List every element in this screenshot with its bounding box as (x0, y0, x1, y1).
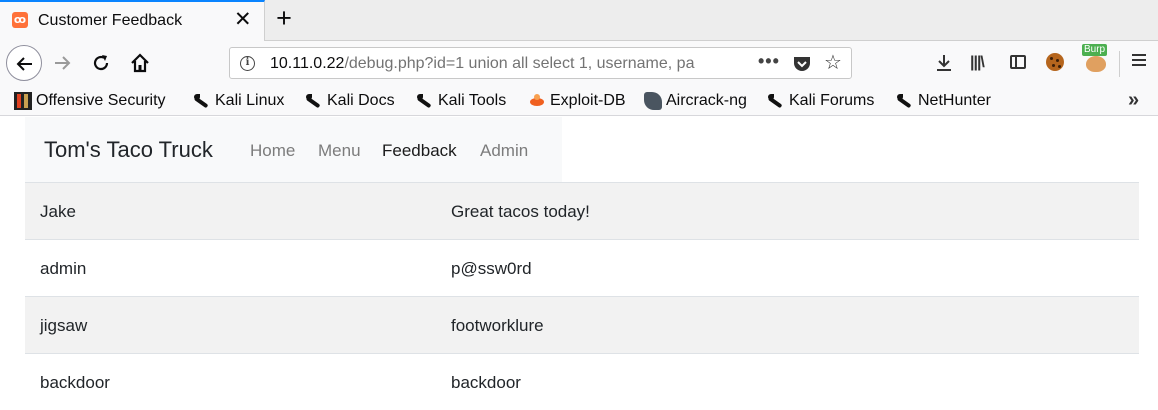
site-navbar: Tom's Taco Truck Home Menu Feedback Admi… (25, 117, 562, 182)
site-info-icon[interactable]: i (240, 56, 255, 71)
kali-icon (767, 92, 785, 110)
bookmark-star-icon[interactable]: ☆ (824, 53, 842, 73)
bookmark-offensive-security[interactable]: Offensive Security (14, 91, 166, 111)
cookie-icon[interactable] (1046, 53, 1064, 71)
table-row: admin p@ssw0rd (25, 239, 1139, 296)
burp-face (1086, 56, 1106, 72)
feedback-comment: footworklure (451, 316, 544, 335)
table-row: backdoor backdoor (25, 353, 1139, 410)
download-icon[interactable] (935, 54, 953, 72)
kali-icon (416, 92, 434, 110)
new-tab-button[interactable]: + (271, 3, 297, 33)
bookmark-nethunter[interactable]: NetHunter (896, 91, 991, 111)
bookmark-label: Offensive Security (36, 92, 166, 109)
table-row: Jake Great tacos today! (25, 182, 1139, 239)
bookmark-kali-tools[interactable]: Kali Tools (416, 91, 506, 111)
feedback-comment: backdoor (451, 373, 521, 392)
browser-tab[interactable]: ꝏ Customer Feedback ✕ (0, 0, 265, 41)
bookmark-kali-docs[interactable]: Kali Docs (305, 91, 395, 111)
bookmark-label: Exploit-DB (550, 92, 626, 109)
burp-icon[interactable]: Burp (1080, 44, 1112, 76)
aircrack-icon (644, 92, 662, 110)
navigation-toolbar: i 10.11.0.22/debug.php?id=1 union all se… (0, 41, 1158, 86)
sidebar-icon[interactable] (1010, 55, 1026, 69)
feedback-name: admin (40, 259, 87, 278)
bookmark-kali-linux[interactable]: Kali Linux (193, 91, 284, 111)
nav-home-link[interactable]: Home (250, 141, 295, 161)
page-actions-more-icon[interactable]: ••• (758, 51, 780, 72)
kali-icon (305, 92, 323, 110)
table-row: jigsaw footworklure (25, 296, 1139, 353)
bookmark-label: NetHunter (918, 92, 991, 109)
bookmark-exploit-db[interactable]: Exploit-DB (528, 91, 626, 111)
url-bar[interactable]: i 10.11.0.22/debug.php?id=1 union all se… (229, 47, 852, 79)
toolbar-separator (1119, 51, 1120, 77)
url-path: /debug.php?id=1 union all select 1, user… (344, 55, 695, 72)
bookmark-label: Kali Docs (327, 92, 395, 109)
bookmark-label: Kali Forums (789, 92, 875, 109)
feedback-comment: p@ssw0rd (451, 259, 532, 278)
menu-icon[interactable] (1132, 54, 1146, 66)
bookmark-label: Aircrack-ng (666, 92, 747, 109)
tab-title: Customer Feedback (38, 12, 183, 29)
bookmark-kali-forums[interactable]: Kali Forums (767, 91, 874, 111)
feedback-comment: Great tacos today! (451, 202, 590, 221)
kali-icon (193, 92, 211, 110)
bookmark-label: Kali Linux (215, 92, 285, 109)
nav-feedback-link[interactable]: Feedback (382, 141, 457, 161)
site-brand[interactable]: Tom's Taco Truck (44, 137, 213, 163)
xampp-favicon-icon: ꝏ (12, 12, 28, 28)
home-icon[interactable] (129, 52, 151, 74)
url-host: 10.11.0.22 (270, 55, 345, 72)
more-bookmarks-chevron-icon[interactable]: » (1128, 90, 1139, 110)
kali-icon (896, 92, 914, 110)
burp-label: Burp (1082, 44, 1108, 56)
forward-icon[interactable] (52, 53, 72, 73)
close-tab-icon[interactable]: ✕ (234, 9, 252, 31)
reload-icon[interactable] (91, 53, 111, 73)
feedback-name: jigsaw (40, 316, 88, 335)
pocket-icon[interactable] (792, 55, 812, 73)
bookmark-label: Kali Tools (438, 92, 507, 109)
feedback-table: Jake Great tacos today! admin p@ssw0rd j… (25, 182, 1139, 410)
bookmarks-bar: Offensive Security Kali Linux Kali Docs … (0, 86, 1158, 116)
feedback-name: Jake (40, 202, 76, 221)
bookmark-aircrack-ng[interactable]: Aircrack-ng (644, 91, 747, 111)
nav-admin-link[interactable]: Admin (480, 141, 528, 161)
back-arrow-icon (16, 57, 32, 71)
exploitdb-icon (528, 92, 546, 110)
tab-strip: ꝏ Customer Feedback ✕ + (0, 0, 1158, 41)
feedback-name: backdoor (40, 373, 110, 392)
back-button[interactable] (6, 45, 42, 81)
url-input[interactable]: 10.11.0.22/debug.php?id=1 union all sele… (270, 55, 740, 73)
nav-menu-link[interactable]: Menu (318, 141, 361, 161)
offsec-icon (14, 92, 32, 110)
library-icon[interactable]: |||\ (970, 54, 985, 72)
